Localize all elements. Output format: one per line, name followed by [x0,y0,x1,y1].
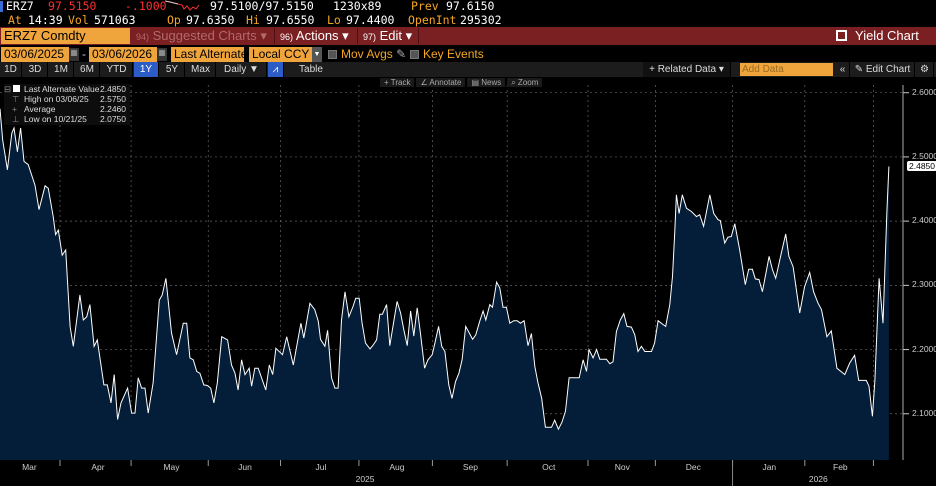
legend-marker-icon: + [12,104,17,114]
y-tick-label: 2.5000 [912,150,936,161]
legend: ⊟ Last Alternate Value 2.4850 ⊤ High on 03/0… [4,84,130,125]
month-label: Jul [315,462,327,472]
legend-label: Last Alternate Value [24,84,100,94]
year-label: 2026 [808,474,828,484]
last-value-badge: 2.4850 [907,160,936,171]
chart-tools: + Track ∠ Annotate ▤ News ⌕ Zoom [380,77,544,88]
month-label: Nov [614,462,630,472]
legend-value: 2.0750 [100,114,126,124]
month-label: Apr [91,462,105,472]
y-tick-label: 2.6000 [912,86,936,97]
month-label: Oct [542,462,556,472]
month-label: Jun [238,462,252,472]
legend-row: ⊤ High on 03/06/25 2.5750 [4,94,130,104]
month-label: Dec [685,462,701,472]
legend-value: 2.4850 [100,84,126,94]
chart-tool-zoom[interactable]: ⌕ Zoom [507,78,543,87]
chart-tool-track[interactable]: + Track [380,78,415,87]
legend-value: 2.2460 [100,104,126,114]
legend-marker-icon: ⊤ [12,94,20,104]
month-label: Sep [462,462,478,472]
y-tick-label: 2.1000 [912,407,936,418]
legend-marker-icon: ⊟ [4,84,21,94]
chart-tool-news[interactable]: ▤ News [467,78,506,87]
month-label: Jan [762,462,777,472]
legend-marker-icon: ⊥ [12,114,20,124]
price-chart[interactable] [0,0,936,486]
y-tick-label: 2.4000 [912,215,936,226]
month-label: Feb [833,462,848,472]
legend-label: Low on 10/21/25 [24,114,87,124]
year-label: 2025 [355,474,375,484]
legend-label: Average [24,104,56,114]
legend-row: ⊥ Low on 10/21/25 2.0750 [4,114,130,124]
area-fill [0,108,889,461]
month-label: May [163,462,180,472]
chart-tool-annotate[interactable]: ∠ Annotate [416,78,466,87]
month-label: Mar [22,462,37,472]
y-tick-label: 2.3000 [912,279,936,290]
legend-value: 2.5750 [100,94,126,104]
y-tick-label: 2.2000 [912,343,936,354]
legend-label: High on 03/06/25 [24,94,89,104]
legend-row: ⊟ Last Alternate Value 2.4850 [4,84,130,94]
legend-row: + Average 2.2460 [4,104,130,114]
month-label: Aug [389,462,405,472]
